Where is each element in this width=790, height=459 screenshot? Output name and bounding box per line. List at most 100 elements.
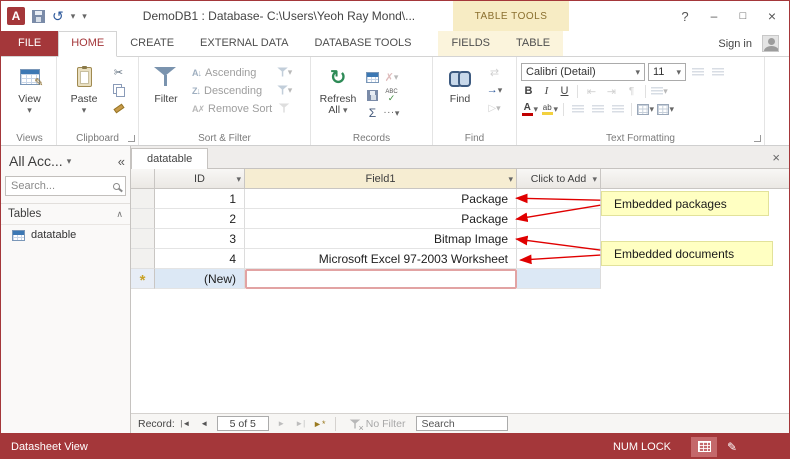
bold-button[interactable]: B (521, 83, 536, 99)
align-center-button[interactable] (589, 101, 606, 117)
goto-button[interactable] (486, 82, 503, 98)
text-formatting-dialog-launcher[interactable] (754, 135, 761, 142)
first-record-button[interactable] (177, 416, 194, 431)
tab-database-tools[interactable]: DATABASE TOOLS (301, 31, 424, 56)
font-color-button[interactable] (521, 101, 538, 117)
align-left-button[interactable] (569, 101, 586, 117)
datasheet-view-button[interactable] (691, 436, 717, 457)
highlight-color-button[interactable] (541, 101, 558, 117)
cell-field1[interactable]: Bitmap Image (245, 229, 517, 249)
tab-file[interactable]: FILE (1, 31, 59, 56)
column-header-field1[interactable]: Field1 (245, 169, 517, 189)
help-button[interactable] (672, 5, 698, 27)
previous-record-button[interactable] (196, 416, 213, 431)
totals-button[interactable] (364, 105, 381, 121)
cell-click-to-add[interactable] (517, 229, 601, 249)
italic-button[interactable]: I (539, 83, 554, 99)
design-view-button[interactable] (719, 437, 745, 457)
advanced-filter-button[interactable] (275, 82, 292, 98)
new-blank-record-button[interactable] (311, 416, 328, 431)
gridlines-button[interactable] (637, 101, 654, 117)
cell-field1[interactable]: Package (245, 189, 517, 209)
select-button[interactable] (486, 100, 503, 116)
document-close-button[interactable] (772, 150, 780, 165)
cell-id-new[interactable]: (New) (155, 269, 245, 289)
last-record-button[interactable] (292, 416, 309, 431)
new-row-selector[interactable] (131, 269, 155, 289)
remove-sort-button[interactable]: Remove Sort (192, 100, 272, 117)
refresh-all-button[interactable]: Refresh All (315, 59, 361, 131)
tab-fields[interactable]: FIELDS (438, 31, 503, 56)
save-icon[interactable] (32, 9, 45, 23)
toggle-filter-button[interactable] (275, 100, 292, 116)
field1-column-menu-icon[interactable] (508, 173, 513, 185)
next-record-button[interactable] (273, 416, 290, 431)
undo-caret-icon[interactable] (71, 10, 76, 22)
align-right-button[interactable] (609, 101, 626, 117)
row-selector[interactable] (131, 249, 155, 269)
paragraph-direction-button[interactable] (623, 83, 640, 99)
bullets-button[interactable] (689, 64, 706, 80)
click-to-add-caret-icon[interactable] (592, 173, 597, 185)
id-column-menu-icon[interactable] (236, 173, 241, 185)
ascending-button[interactable]: Ascending (192, 64, 272, 81)
nav-item-datatable[interactable]: datatable (1, 225, 130, 245)
no-filter-button[interactable]: No Filter (343, 417, 410, 433)
cell-field1[interactable]: Microsoft Excel 97-2003 Worksheet (245, 249, 517, 269)
new-record-button[interactable] (364, 69, 381, 85)
filter-button[interactable]: Filter (143, 59, 189, 131)
cell-id[interactable]: 4 (155, 249, 245, 269)
row-selector[interactable] (131, 229, 155, 249)
column-header-id[interactable]: ID (155, 169, 245, 189)
minimize-button[interactable] (701, 5, 727, 27)
row-selector[interactable] (131, 209, 155, 229)
shutter-bar-close-icon[interactable] (118, 154, 125, 169)
sign-in-link[interactable]: Sign in (718, 38, 752, 50)
tab-home[interactable]: HOME (58, 31, 118, 57)
cell-click-to-add[interactable] (517, 249, 601, 269)
undo-icon[interactable] (52, 8, 64, 25)
nav-pane-menu-caret-icon[interactable] (67, 155, 72, 167)
font-name-combo[interactable]: Calibri (Detail) (521, 63, 645, 81)
cell-field1[interactable]: Package (245, 209, 517, 229)
record-position-box[interactable]: 5 of 5 (216, 416, 269, 431)
active-cell-field1[interactable] (245, 269, 517, 289)
replace-button[interactable] (486, 64, 503, 80)
avatar[interactable] (762, 35, 779, 52)
access-app-icon[interactable] (7, 7, 25, 25)
tab-table[interactable]: TABLE (503, 31, 563, 56)
view-button[interactable]: View (7, 59, 52, 131)
cell-id[interactable]: 2 (155, 209, 245, 229)
clipboard-dialog-launcher[interactable] (128, 135, 135, 142)
descending-button[interactable]: Descending (192, 82, 272, 99)
increase-indent-button[interactable] (603, 83, 620, 99)
spelling-button[interactable] (383, 87, 400, 103)
delete-record-button[interactable] (383, 69, 400, 85)
maximize-button[interactable] (730, 5, 756, 27)
underline-button[interactable]: U (557, 83, 572, 99)
cell-id[interactable]: 1 (155, 189, 245, 209)
nav-section-tables[interactable]: Tables (1, 203, 130, 225)
column-header-click-to-add[interactable]: Click to Add (517, 169, 601, 189)
nav-search-input[interactable] (11, 180, 113, 192)
tab-external-data[interactable]: EXTERNAL DATA (187, 31, 301, 56)
document-tab-datatable[interactable]: datatable (131, 148, 209, 169)
qat-customize-icon[interactable] (82, 10, 87, 22)
record-search-input[interactable] (416, 416, 509, 431)
list-options-button[interactable] (651, 83, 668, 99)
cell-id[interactable]: 3 (155, 229, 245, 249)
cut-button[interactable] (110, 64, 127, 80)
numbering-button[interactable] (709, 64, 726, 80)
more-records-button[interactable] (383, 105, 400, 121)
selection-button[interactable] (275, 64, 292, 80)
collapse-chevron-icon[interactable] (116, 208, 123, 220)
format-painter-button[interactable] (110, 100, 127, 116)
cell-click-to-add[interactable] (517, 269, 601, 289)
cell-click-to-add[interactable] (517, 209, 601, 229)
nav-search-box[interactable] (5, 176, 126, 196)
tab-create[interactable]: CREATE (117, 31, 187, 56)
copy-button[interactable] (110, 82, 127, 98)
decrease-indent-button[interactable] (583, 83, 600, 99)
close-button[interactable] (759, 5, 785, 27)
alternate-row-color-button[interactable] (657, 101, 674, 117)
